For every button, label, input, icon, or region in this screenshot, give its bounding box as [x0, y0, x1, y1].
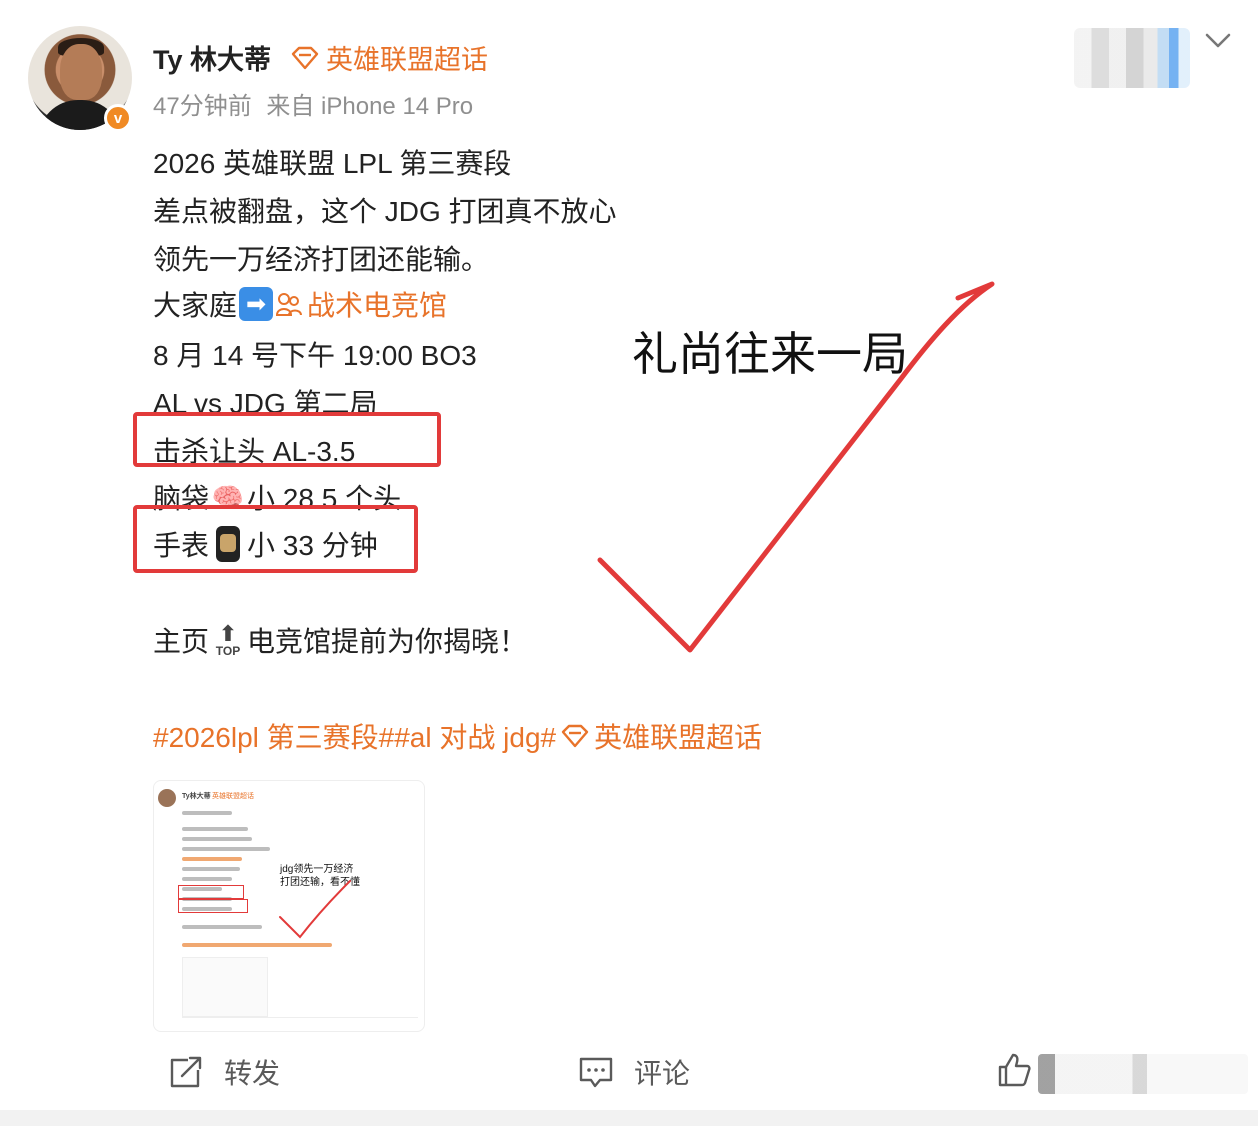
post-line-10: 主页 ⬆ TOP 电竞馆提前为你揭晓！	[153, 620, 527, 660]
repost-label: 转发	[224, 1058, 281, 1089]
post-line-2: 差点被翻盘，这个 JDG 打团真不放心	[153, 196, 617, 227]
highlight-box-watch	[133, 505, 418, 573]
hashtag-supertopic[interactable]: 英雄联盟超话	[594, 716, 762, 756]
post-line-1: 2026 英雄联盟 LPL 第三赛段	[153, 148, 512, 179]
follow-button[interactable]	[1074, 28, 1190, 88]
supertopic-link[interactable]: 英雄联盟超话	[290, 38, 488, 77]
action-bar: 转发 评论	[0, 1040, 1258, 1106]
post-line-3: 领先一万经济打团还能输。	[153, 244, 490, 275]
avatar-face	[60, 44, 102, 100]
top-arrow-emoji: ⬆ TOP	[211, 621, 245, 658]
attached-image[interactable]: Ty林大蒂 英雄联盟超话 jdg领先一万经济 打团还输，看不懂	[153, 780, 425, 1032]
post-source: 来自 iPhone 14 Pro	[266, 93, 474, 120]
handwritten-annotation: 礼尚往来一局	[632, 327, 908, 381]
feed-divider	[0, 1110, 1258, 1126]
arrow-right-emoji: ➡	[239, 287, 274, 321]
comment-button[interactable]: 评论	[578, 1052, 690, 1092]
supertopic-diamond-icon	[291, 46, 319, 69]
top-arrow-label: TOP	[215, 644, 241, 658]
hashtag-lpl[interactable]: #2026lpl 第三赛段#	[153, 716, 394, 756]
venue-icon	[276, 293, 303, 316]
supertopic-diamond-icon	[561, 724, 589, 748]
top-arrow-glyph: ⬆	[218, 621, 238, 646]
repost-icon	[170, 1056, 202, 1088]
repost-button[interactable]: 转发	[168, 1052, 280, 1092]
like-button[interactable]	[996, 1052, 1032, 1088]
like-count	[1038, 1054, 1248, 1094]
post-line-4-text: 大家庭	[153, 290, 238, 321]
post-line-5: 8 月 14 号下午 19:00 BO3	[153, 340, 477, 371]
post-time: 47分钟前	[153, 93, 252, 120]
hashtag-row: #2026lpl 第三赛段# #al 对战 jdg# 英雄联盟超话	[153, 716, 762, 756]
thumb-nested-image	[182, 957, 268, 1017]
comment-icon	[579, 1057, 613, 1088]
post-line-10-suffix: 电竞馆提前为你揭晓！	[247, 626, 528, 657]
hashtag-al-jdg[interactable]: #al 对战 jdg#	[394, 716, 556, 756]
comment-label: 评论	[634, 1058, 691, 1089]
highlight-box-kills	[133, 412, 441, 467]
like-icon	[998, 1053, 1031, 1087]
author-name[interactable]: Ty 林大蒂	[153, 38, 271, 77]
venue-label: 战术电竞馆	[307, 290, 448, 321]
chevron-down-icon[interactable]	[1204, 26, 1232, 58]
post-meta: 47分钟前 来自 iPhone 14 Pro	[153, 86, 473, 121]
verified-badge-icon: v	[104, 104, 132, 132]
post-line-10-prefix: 主页	[153, 626, 210, 657]
verified-badge-label: v	[113, 109, 123, 127]
supertopic-label: 英雄联盟超话	[326, 45, 488, 75]
thumb-actions	[182, 1017, 418, 1027]
post-line-4: 大家庭 ➡ 战术电竞馆	[153, 284, 447, 324]
venue-link[interactable]: 战术电竞馆	[275, 284, 447, 324]
